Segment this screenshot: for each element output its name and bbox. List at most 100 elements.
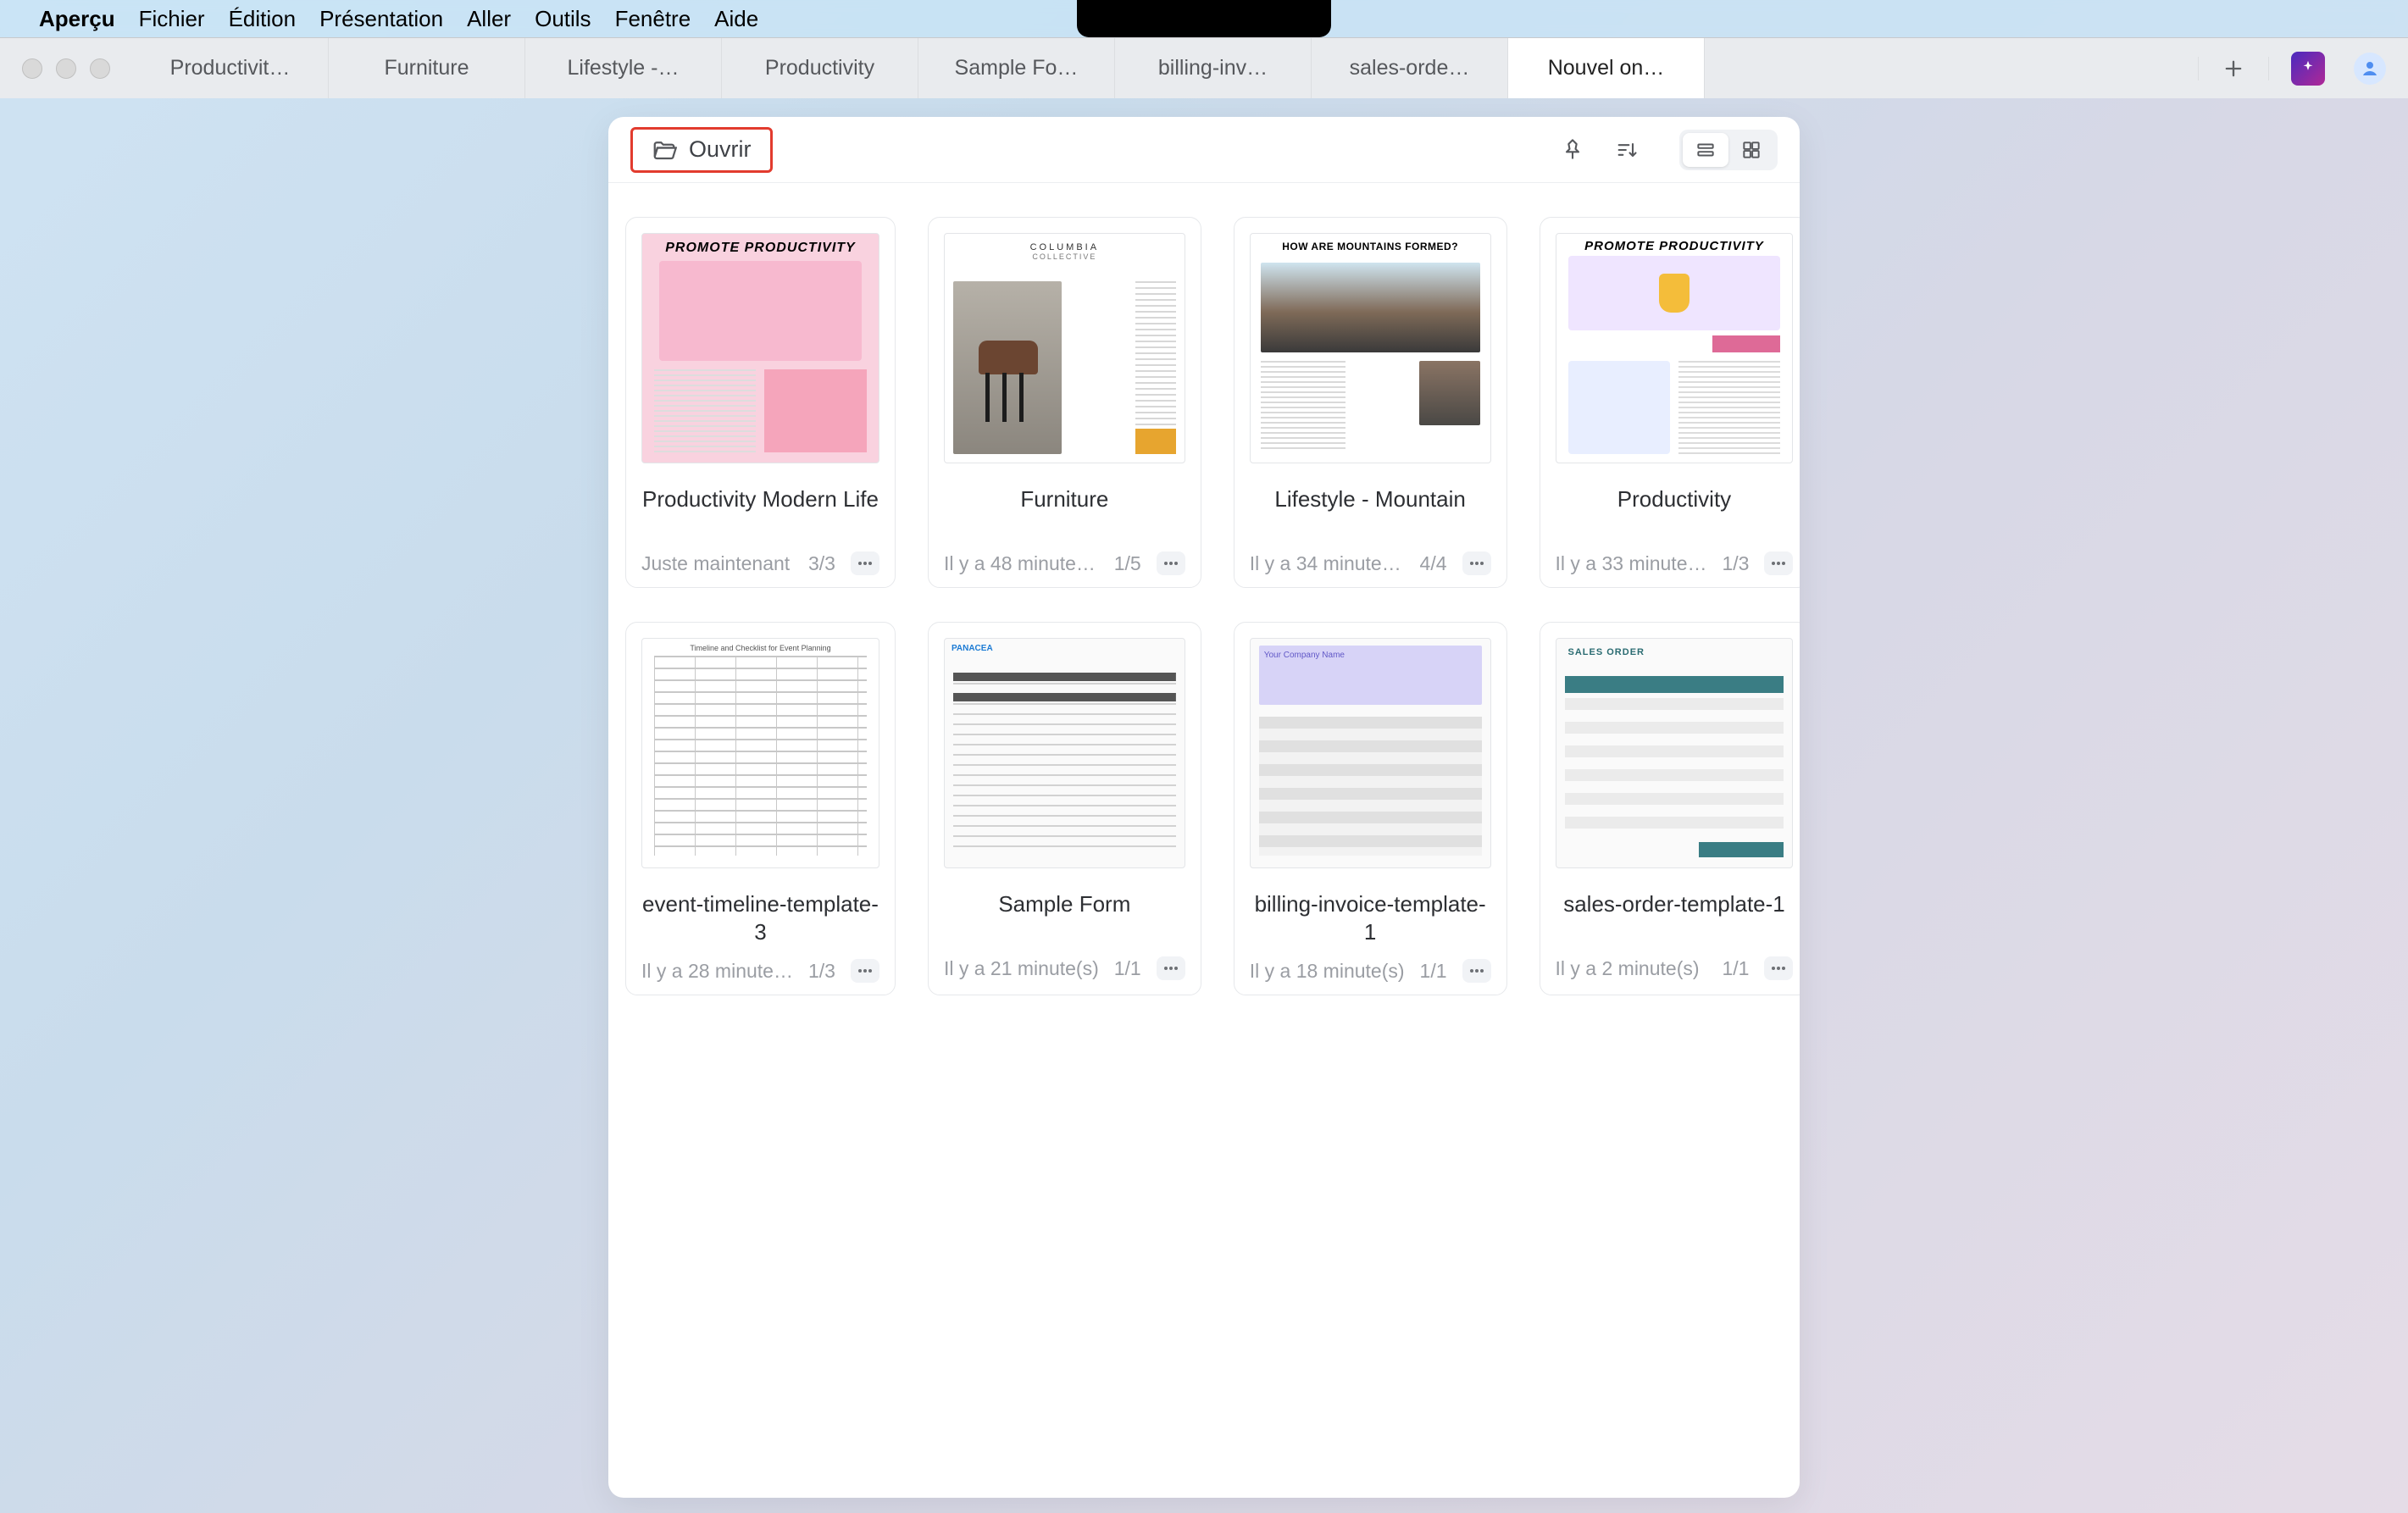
tab-2[interactable]: Lifestyle -… — [525, 38, 722, 98]
document-card[interactable]: Your Company Name billing-invoice-templa… — [1234, 622, 1507, 995]
menu-view[interactable]: Présentation — [319, 6, 443, 32]
document-thumbnail: SALES ORDER — [1556, 638, 1794, 868]
document-pages: 1/1 — [1420, 960, 1447, 983]
ellipsis-icon — [1469, 561, 1484, 566]
menu-edit[interactable]: Édition — [229, 6, 297, 32]
tab-7[interactable]: Nouvel on… — [1508, 38, 1705, 98]
document-more-button[interactable] — [1462, 551, 1491, 575]
pin-button[interactable] — [1556, 133, 1590, 167]
document-card[interactable]: PANACEA Sample Form Il y a 21 minute(s) … — [928, 622, 1201, 995]
tab-6[interactable]: sales-orde… — [1312, 38, 1508, 98]
tab-label: Nouvel on… — [1548, 56, 1665, 80]
document-card[interactable]: PROMOTE PRODUCTIVITY Productivity Il y a… — [1540, 217, 1800, 588]
user-icon — [2360, 58, 2380, 79]
document-title: billing-invoice-template-1 — [1250, 890, 1491, 945]
tabs-container: Productivit… Furniture Lifestyle -… Prod… — [132, 38, 2198, 98]
window-close-button[interactable] — [22, 58, 42, 79]
app-launcher-icon[interactable] — [2291, 52, 2325, 86]
tab-3[interactable]: Productivity — [722, 38, 918, 98]
document-pages: 3/3 — [808, 552, 835, 575]
window-zoom-button[interactable] — [90, 58, 110, 79]
document-more-button[interactable] — [1157, 551, 1185, 575]
ellipsis-icon — [1771, 561, 1786, 566]
document-card[interactable]: SALES ORDER sales-order-template-1 Il y … — [1540, 622, 1800, 995]
thumb-caption: HOW ARE MOUNTAINS FORMED? — [1251, 234, 1490, 252]
document-title: Furniture — [944, 485, 1185, 538]
sparkle-icon — [2299, 59, 2317, 78]
document-card[interactable]: HOW ARE MOUNTAINS FORMED? Lifestyle - Mo… — [1234, 217, 1507, 588]
thumb-caption-sub: COLLECTIVE — [945, 252, 1185, 261]
document-more-button[interactable] — [851, 551, 879, 575]
tab-1[interactable]: Furniture — [329, 38, 525, 98]
toolbar-actions — [1556, 130, 1778, 170]
document-title: Productivity — [1556, 485, 1794, 538]
open-button[interactable]: Ouvrir — [630, 127, 773, 173]
document-more-button[interactable] — [1764, 551, 1793, 575]
document-thumbnail: PROMOTE PRODUCTIVITY — [1556, 233, 1794, 463]
folder-open-icon — [652, 137, 677, 163]
document-time: Il y a 34 minute… — [1250, 552, 1405, 575]
view-list-button[interactable] — [1683, 133, 1728, 167]
document-pages: 1/3 — [1722, 552, 1749, 575]
document-more-button[interactable] — [851, 959, 879, 983]
document-pages: 4/4 — [1420, 552, 1447, 575]
ellipsis-icon — [857, 968, 873, 973]
ellipsis-icon — [857, 561, 873, 566]
document-time: Il y a 21 minute(s) — [944, 957, 1099, 980]
document-time: Il y a 48 minute… — [944, 552, 1099, 575]
tab-4[interactable]: Sample Fo… — [918, 38, 1115, 98]
account-avatar[interactable] — [2354, 53, 2386, 85]
recent-documents-panel: Ouvrir — [608, 117, 1800, 1498]
document-title: sales-order-template-1 — [1556, 890, 1794, 943]
sort-icon — [1615, 138, 1639, 162]
menu-help[interactable]: Aide — [714, 6, 758, 32]
tab-0[interactable]: Productivit… — [132, 38, 329, 98]
ellipsis-icon — [1163, 966, 1179, 971]
grid-icon — [1740, 139, 1762, 161]
document-more-button[interactable] — [1157, 956, 1185, 980]
document-more-button[interactable] — [1462, 959, 1491, 983]
tab-5[interactable]: billing-inv… — [1115, 38, 1312, 98]
panel-toolbar: Ouvrir — [608, 117, 1800, 183]
documents-grid: PROMOTE PRODUCTIVITY Productivity Modern… — [608, 183, 1800, 1029]
document-time: Il y a 18 minute(s) — [1250, 960, 1405, 983]
document-pages: 1/3 — [808, 960, 835, 983]
window-minimize-button[interactable] — [56, 58, 76, 79]
document-card[interactable]: COLUMBIA COLLECTIVE Furniture Il y a 48 … — [928, 217, 1201, 588]
menu-file[interactable]: Fichier — [139, 6, 205, 32]
view-grid-button[interactable] — [1728, 133, 1774, 167]
document-thumbnail: HOW ARE MOUNTAINS FORMED? — [1250, 233, 1491, 463]
document-thumbnail: COLUMBIA COLLECTIVE — [944, 233, 1185, 463]
ellipsis-icon — [1469, 968, 1484, 973]
tab-label: Productivity — [765, 56, 874, 80]
menu-go[interactable]: Aller — [467, 6, 511, 32]
document-card[interactable]: PROMOTE PRODUCTIVITY Productivity Modern… — [625, 217, 896, 588]
ellipsis-icon — [1771, 966, 1786, 971]
display-notch — [1077, 0, 1331, 37]
view-mode-toggle — [1679, 130, 1778, 170]
document-pages: 1/1 — [1114, 957, 1141, 980]
sort-button[interactable] — [1610, 133, 1644, 167]
thumb-caption: PROMOTE PRODUCTIVITY — [1556, 234, 1793, 253]
menu-tools[interactable]: Outils — [535, 6, 591, 32]
thumb-caption: Your Company Name — [1264, 651, 1345, 660]
thumb-caption: SALES ORDER — [1556, 639, 1793, 657]
open-button-label: Ouvrir — [689, 136, 752, 163]
rows-icon — [1695, 139, 1717, 161]
document-more-button[interactable] — [1764, 956, 1793, 980]
document-pages: 1/5 — [1114, 552, 1141, 575]
document-thumbnail: Your Company Name — [1250, 638, 1491, 868]
tab-label: Lifestyle -… — [568, 56, 680, 80]
app-name[interactable]: Aperçu — [39, 6, 115, 32]
document-title: Sample Form — [944, 890, 1185, 943]
new-tab-button[interactable] — [2198, 57, 2269, 80]
document-time: Il y a 2 minute(s) — [1556, 957, 1707, 980]
tab-label: Sample Fo… — [955, 56, 1079, 80]
document-pages: 1/1 — [1722, 957, 1749, 980]
menu-window[interactable]: Fenêtre — [615, 6, 691, 32]
document-card[interactable]: Timeline and Checklist for Event Plannin… — [625, 622, 896, 995]
document-thumbnail: PROMOTE PRODUCTIVITY — [641, 233, 879, 463]
thumb-caption: PROMOTE PRODUCTIVITY — [642, 234, 879, 256]
document-time: Il y a 28 minute… — [641, 960, 793, 983]
plus-icon — [2222, 57, 2245, 80]
